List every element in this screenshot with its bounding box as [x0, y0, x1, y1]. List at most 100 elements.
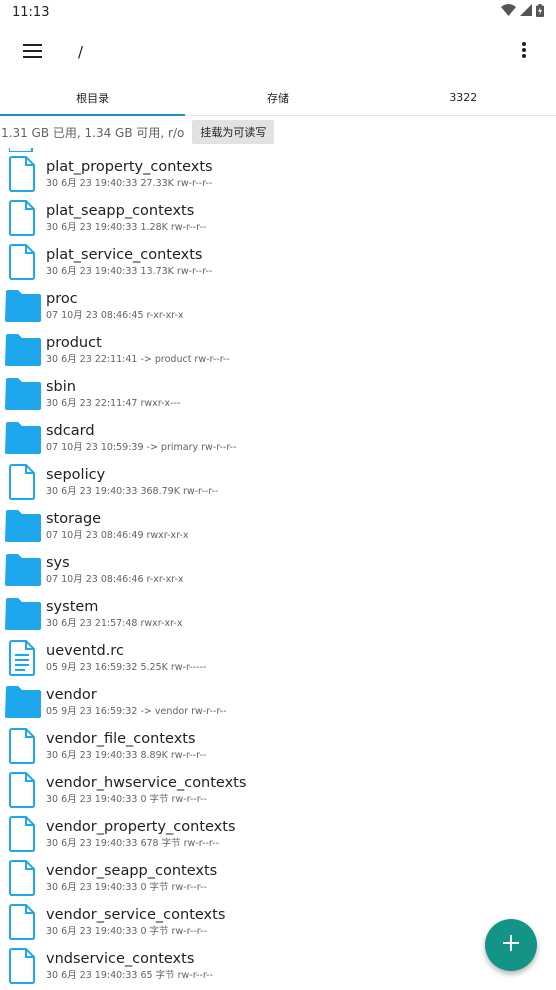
file-icon	[0, 768, 46, 812]
file-text: plat_seapp_contexts 30 6月 23 19:40:33 1.2…	[46, 202, 206, 235]
signal-icon	[520, 4, 532, 20]
file-name: proc	[46, 290, 78, 307]
tab-indicator	[0, 114, 185, 116]
file-meta: 30 6月 23 19:40:33 0 字节 rw-r--r--	[46, 925, 207, 937]
storage-info-text: 1.31 GB 已用, 1.34 GB 可用, r/o	[1, 125, 185, 140]
file-meta: 30 6月 23 19:40:33 0 字节 rw-r--r--	[46, 793, 207, 805]
file-text: plat_service_contexts 30 6月 23 19:40:33 1…	[46, 246, 212, 279]
folder-icon	[0, 416, 46, 460]
file-list-item[interactable]: vendor_seapp_contexts 30 6月 23 19:40:33 0…	[0, 856, 556, 900]
file-meta: 30 6月 23 19:40:33 1.28K rw-r--r--	[46, 221, 207, 233]
file-text: vendor_hwservice_contexts 30 6月 23 19:40:…	[46, 774, 246, 807]
file-list[interactable]: plat_property_contexts 30 6月 23 19:40:33 …	[0, 148, 556, 990]
file-meta: 30 6月 23 22:11:41 -> product rw-r--r--	[46, 353, 230, 365]
folder-icon	[0, 504, 46, 548]
file-icon	[0, 812, 46, 856]
file-text: vendor 05 9月 23 16:59:32 -> vendor rw-r--…	[46, 686, 227, 719]
file-name: vendor_file_contexts	[46, 730, 196, 747]
file-text: vendor_service_contexts 30 6月 23 19:40:33…	[46, 906, 225, 939]
file-list-item[interactable]: plat_service_contexts 30 6月 23 19:40:33 1…	[0, 240, 556, 284]
file-name: sys	[46, 554, 70, 571]
tab-3322[interactable]: 3322	[371, 80, 556, 115]
more-vert-icon	[522, 42, 526, 62]
file-icon	[0, 724, 46, 768]
file-name: sdcard	[46, 422, 95, 439]
file-meta: 05 9月 23 16:59:32 -> vendor rw-r--r--	[46, 705, 227, 717]
file-icon	[0, 196, 46, 240]
file-list-item[interactable]: sys 07 10月 23 08:46:46 r-xr-xr-x	[0, 548, 556, 592]
file-name: vendor	[46, 686, 97, 703]
file-text: sdcard 07 10月 23 10:59:39 -> primary rw-r…	[46, 422, 237, 455]
file-list-item[interactable]: vendor_service_contexts 30 6月 23 19:40:33…	[0, 900, 556, 944]
app-bar: /	[0, 24, 556, 80]
menu-button[interactable]	[8, 28, 56, 76]
file-name: ueventd.rc	[46, 642, 124, 659]
wifi-icon	[501, 4, 516, 20]
status-bar: 11:13	[0, 0, 556, 24]
file-list-item[interactable]: plat_property_contexts 30 6月 23 19:40:33 …	[0, 152, 556, 196]
file-meta: 30 6月 23 21:57:48 rwxr-xr-x	[46, 617, 183, 629]
file-name: system	[46, 598, 99, 615]
add-fab-button[interactable]	[485, 919, 537, 971]
file-meta: 30 6月 23 19:40:33 368.79K rw-r--r--	[46, 485, 219, 497]
file-list-item[interactable]: vendor_file_contexts 30 6月 23 19:40:33 8.…	[0, 724, 556, 768]
file-meta: 30 6月 23 22:11:47 rwxr-x---	[46, 397, 181, 409]
file-name: storage	[46, 510, 102, 527]
hamburger-menu-icon	[22, 43, 42, 62]
file-text: storage 07 10月 23 08:46:49 rwxr-xr-x	[46, 510, 189, 543]
folder-icon	[0, 680, 46, 724]
file-text: sepolicy 30 6月 23 19:40:33 368.79K rw-r--…	[46, 466, 218, 499]
file-name: vendor_hwservice_contexts	[46, 774, 247, 791]
file-meta: 30 6月 23 19:40:33 27.33K rw-r--r--	[46, 177, 213, 189]
file-list-item[interactable]: vendor_property_contexts 30 6月 23 19:40:3…	[0, 812, 556, 856]
file-list-item[interactable]: vendor_hwservice_contexts 30 6月 23 19:40:…	[0, 768, 556, 812]
file-list-item[interactable]: sdcard 07 10月 23 10:59:39 -> primary rw-r…	[0, 416, 556, 460]
file-text: product 30 6月 23 22:11:41 -> product rw-r…	[46, 334, 230, 367]
file-list-item[interactable]: proc 07 10月 23 08:46:45 r-xr-xr-x	[0, 284, 556, 328]
folder-icon	[0, 372, 46, 416]
folder-icon	[0, 328, 46, 372]
file-meta: 05 9月 23 16:59:32 5.25K rw-r-----	[46, 661, 207, 673]
file-text: vendor_property_contexts 30 6月 23 19:40:3…	[46, 818, 236, 851]
file-icon	[0, 240, 46, 284]
mount-rw-button[interactable]: 挂载为可读写	[192, 120, 275, 144]
folder-icon	[0, 284, 46, 328]
file-meta: 30 6月 23 19:40:33 65 字节 rw-r--r--	[46, 969, 214, 981]
file-meta: 07 10月 23 08:46:45 r-xr-xr-x	[46, 309, 184, 321]
file-text: vndservice_contexts 30 6月 23 19:40:33 65 …	[46, 950, 213, 983]
file-list-item[interactable]: ueventd.rc 05 9月 23 16:59:32 5.25K rw-r--…	[0, 636, 556, 680]
file-list-item[interactable]: sbin 30 6月 23 22:11:47 rwxr-x---	[0, 372, 556, 416]
more-options-button[interactable]	[500, 28, 548, 76]
file-meta: 30 6月 23 19:40:33 678 字节 rw-r--r--	[46, 837, 220, 849]
file-name: vndservice_contexts	[46, 950, 195, 967]
file-name: product	[46, 334, 102, 351]
file-name: plat_property_contexts	[46, 158, 213, 175]
file-name: vendor_property_contexts	[46, 818, 236, 835]
file-icon	[0, 152, 46, 196]
file-name: sepolicy	[46, 466, 106, 483]
file-text: vendor_file_contexts 30 6月 23 19:40:33 8.…	[46, 730, 206, 763]
file-icon	[0, 460, 46, 504]
file-text: plat_property_contexts 30 6月 23 19:40:33 …	[46, 158, 213, 191]
file-list-item[interactable]: storage 07 10月 23 08:46:49 rwxr-xr-x	[0, 504, 556, 548]
file-icon	[0, 944, 46, 988]
file-list-item[interactable]: system 30 6月 23 21:57:48 rwxr-xr-x	[0, 592, 556, 636]
file-list-item[interactable]: plat_seapp_contexts 30 6月 23 19:40:33 1.2…	[0, 196, 556, 240]
file-list-item[interactable]: vendor 05 9月 23 16:59:32 -> vendor rw-r--…	[0, 680, 556, 724]
tab-bar: 根目录 存储 3322	[0, 80, 556, 116]
file-list-item[interactable]: sepolicy 30 6月 23 19:40:33 368.79K rw-r--…	[0, 460, 556, 504]
tab-storage[interactable]: 存储	[185, 80, 370, 115]
file-meta: 30 6月 23 19:40:33 0 字节 rw-r--r--	[46, 881, 207, 893]
file-list-item[interactable]: vndservice_contexts 30 6月 23 19:40:33 65 …	[0, 944, 556, 988]
file-text: ueventd.rc 05 9月 23 16:59:32 5.25K rw-r--…	[46, 642, 206, 675]
tab-root[interactable]: 根目录	[0, 80, 185, 115]
battery-icon	[536, 3, 544, 21]
file-list-item[interactable]: product 30 6月 23 22:11:41 -> product rw-r…	[0, 328, 556, 372]
file-name: plat_seapp_contexts	[46, 202, 195, 219]
file-meta: 07 10月 23 10:59:39 -> primary rw-r--r--	[46, 441, 237, 453]
file-icon	[0, 856, 46, 900]
folder-icon	[0, 592, 46, 636]
file-text: vendor_seapp_contexts 30 6月 23 19:40:33 0…	[46, 862, 217, 895]
storage-info-bar: 1.31 GB 已用, 1.34 GB 可用, r/o 挂载为可读写	[0, 116, 556, 148]
file-text: sbin 30 6月 23 22:11:47 rwxr-x---	[46, 378, 180, 411]
